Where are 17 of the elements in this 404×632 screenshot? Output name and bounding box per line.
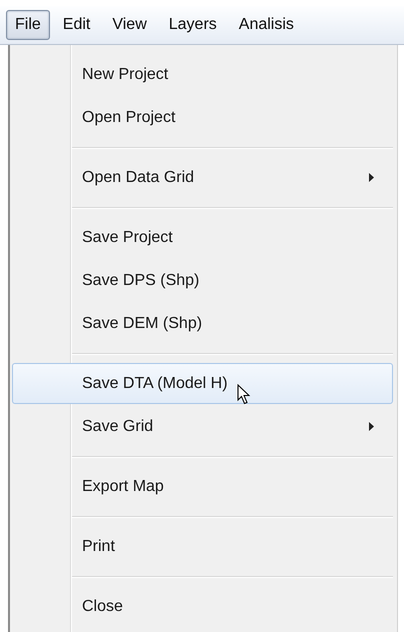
menu-item[interactable]: New Project	[12, 54, 393, 95]
menu-item[interactable]: Save Project	[12, 217, 393, 258]
menu-bar-item[interactable]: Layers	[160, 10, 226, 40]
menu-item[interactable]: Save DTA (Model H)	[12, 363, 393, 404]
menu-item[interactable]: Export Map	[12, 466, 393, 507]
menu-bar-item[interactable]: View	[103, 10, 156, 40]
cursor-icon	[237, 384, 251, 405]
menu-item[interactable]: Close	[12, 586, 393, 627]
menu-item[interactable]: Save Grid	[12, 406, 393, 447]
menu-item[interactable]: Open Data Grid	[12, 157, 393, 198]
menu-item[interactable]: Open Project	[12, 97, 393, 138]
menu-item[interactable]: Print	[12, 526, 393, 567]
menu-bar-item[interactable]: File	[6, 10, 50, 40]
menu-item[interactable]: Save DPS (Shp)	[12, 260, 393, 301]
menu-bar-item[interactable]: Analisis	[230, 10, 303, 40]
menu-bar-item[interactable]: Edit	[54, 10, 100, 40]
menu-item[interactable]: Save DEM (Shp)	[12, 303, 393, 344]
